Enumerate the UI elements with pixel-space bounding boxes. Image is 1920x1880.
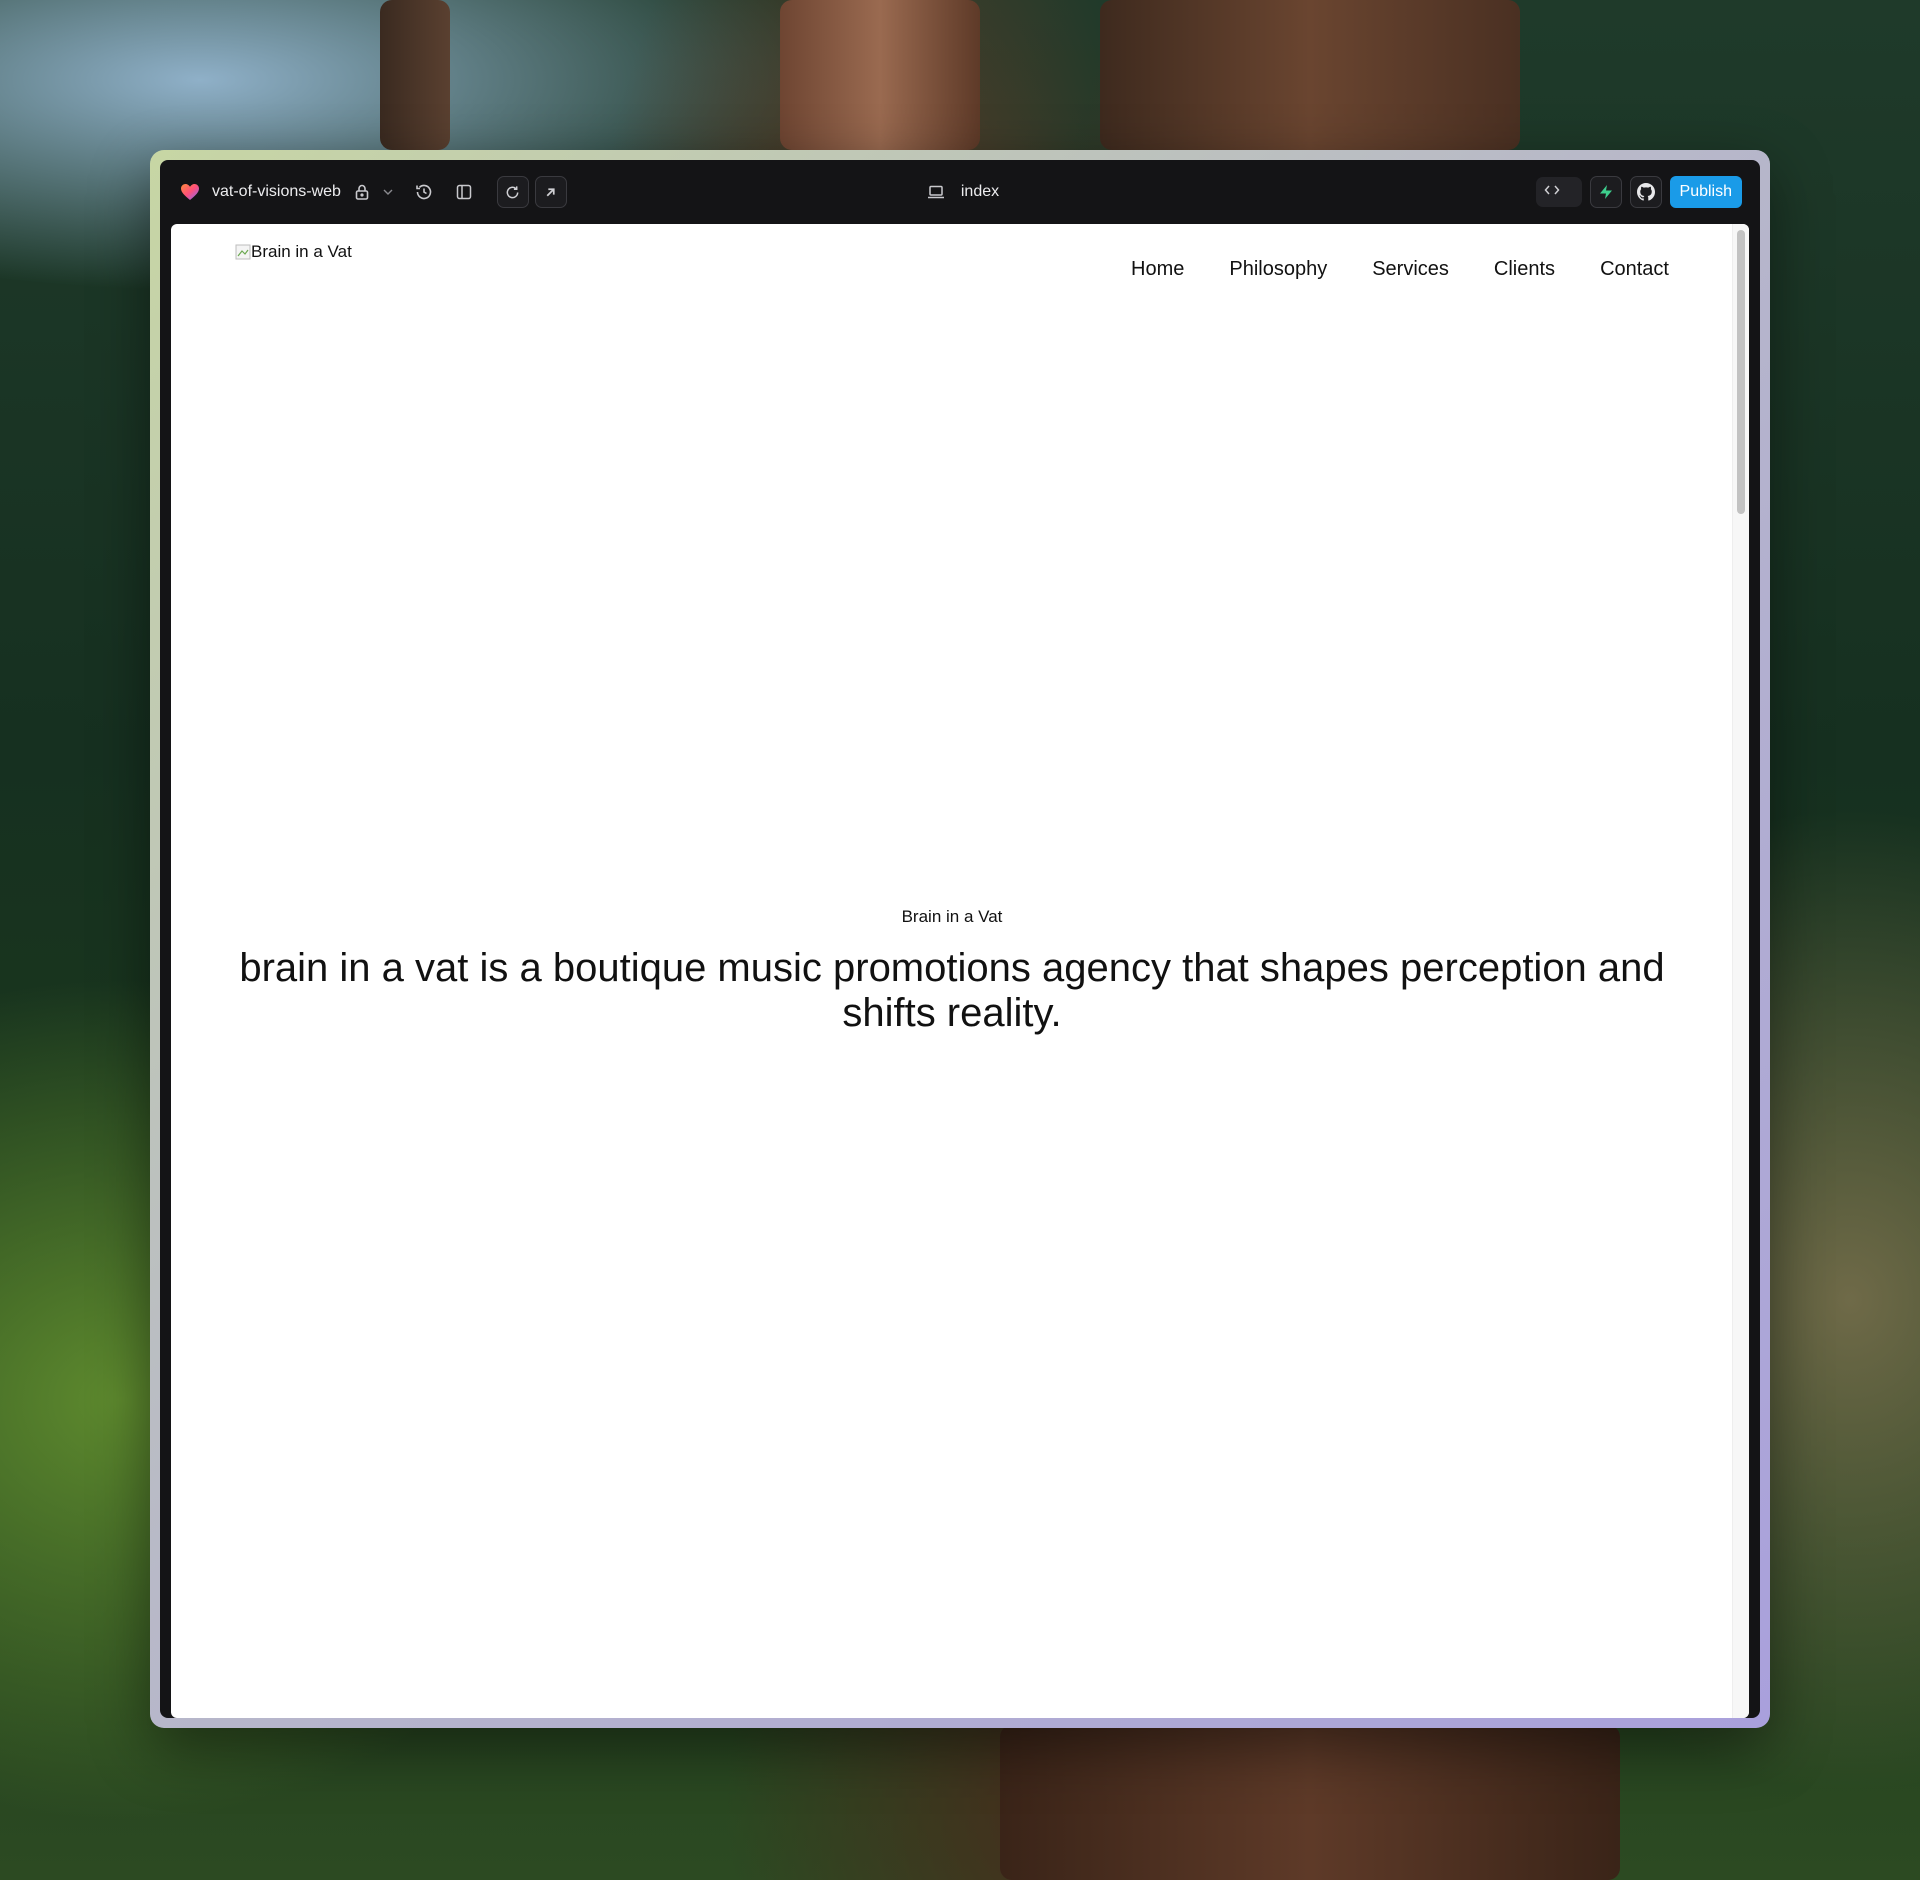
nav-home[interactable]: Home (1131, 258, 1184, 281)
supabase-icon[interactable] (1589, 176, 1622, 208)
editor-toolbar: vat-of-visions-web index Publish (160, 160, 1760, 224)
preview-viewport[interactable]: Brain in a Vat Home Philosophy Services … (171, 224, 1749, 1718)
broken-image-icon (235, 244, 251, 260)
chevron-down-icon[interactable] (377, 177, 399, 207)
background-trunk (780, 0, 980, 150)
github-icon[interactable] (1629, 176, 1662, 208)
site-header: Brain in a Vat Home Philosophy Services … (235, 242, 1669, 302)
scrollbar-thumb[interactable] (1737, 230, 1745, 514)
scrollbar[interactable] (1732, 224, 1749, 1718)
code-toggle[interactable] (1535, 177, 1582, 207)
lock-icon[interactable] (347, 177, 377, 207)
nav-contact[interactable]: Contact (1600, 258, 1669, 281)
external-link-icon[interactable] (534, 176, 567, 208)
site-logo[interactable]: Brain in a Vat (235, 242, 352, 262)
hero-headline: brain in a vat is a boutique music promo… (239, 946, 1665, 1035)
editor-frame: vat-of-visions-web index Publish Brain i… (160, 160, 1760, 1718)
background-trunk (1100, 0, 1520, 150)
toolbar-right: Publish (1535, 160, 1742, 224)
site-nav: Home Philosophy Services Clients Contact (1131, 258, 1669, 281)
heart-logo-icon[interactable] (178, 177, 202, 207)
nav-services[interactable]: Services (1372, 258, 1449, 281)
history-icon[interactable] (409, 177, 439, 207)
editor-window: vat-of-visions-web index Publish Brain i… (150, 150, 1770, 1728)
logo-alt-text: Brain in a Vat (251, 242, 352, 261)
laptop-icon[interactable] (921, 177, 951, 207)
sidebar-toggle-icon[interactable] (449, 177, 479, 207)
nav-clients[interactable]: Clients (1494, 258, 1555, 281)
nav-philosophy[interactable]: Philosophy (1229, 258, 1327, 281)
publish-button[interactable]: Publish (1669, 176, 1742, 208)
page-selector[interactable]: index (961, 183, 999, 201)
hero-eyebrow: Brain in a Vat (901, 907, 1003, 926)
code-icon (1544, 183, 1560, 201)
project-name[interactable]: vat-of-visions-web (212, 183, 341, 201)
refresh-icon[interactable] (496, 176, 529, 208)
background-trunk (1000, 1725, 1620, 1880)
background-trunk (380, 0, 450, 150)
toolbar-left: vat-of-visions-web (178, 160, 567, 224)
